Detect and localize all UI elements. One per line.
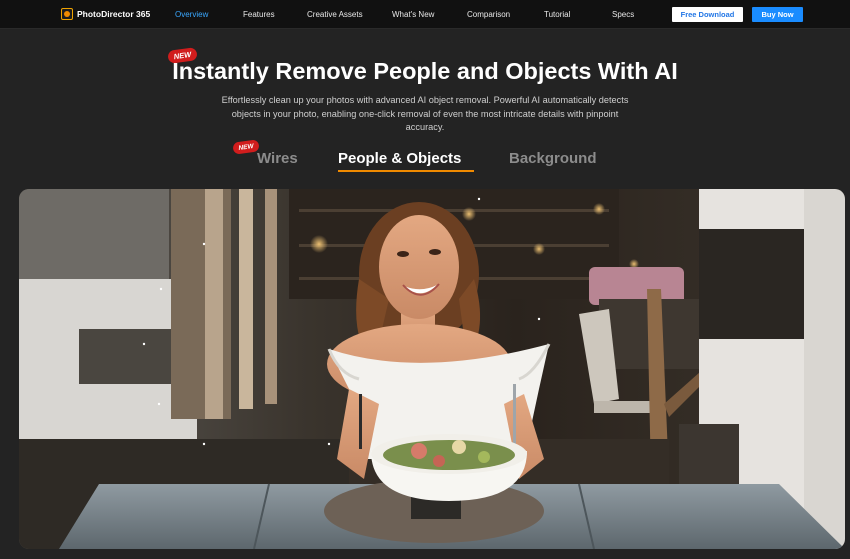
brand[interactable]: PhotoDirector 365 bbox=[61, 8, 150, 20]
nav-link-comparison[interactable]: Comparison bbox=[467, 10, 510, 19]
buy-now-button[interactable]: Buy Now bbox=[752, 7, 803, 22]
nav-link-creative-assets[interactable]: Creative Assets bbox=[307, 10, 363, 19]
tab-new-badge: NEW bbox=[232, 139, 260, 155]
restaurant-scene-image bbox=[19, 189, 845, 549]
nav-link-specs[interactable]: Specs bbox=[612, 10, 634, 19]
hero-description: Effortlessly clean up your photos with a… bbox=[221, 95, 629, 132]
hero-title: Instantly Remove People and Objects With… bbox=[172, 58, 678, 84]
top-nav: PhotoDirector 365 Overview Features Crea… bbox=[0, 0, 850, 29]
tab-wires[interactable]: Wires bbox=[257, 150, 298, 167]
hero-photo bbox=[19, 189, 845, 549]
nav-link-whats-new[interactable]: What's New bbox=[392, 10, 434, 19]
tab-background[interactable]: Background bbox=[509, 150, 597, 167]
active-tab-indicator bbox=[338, 170, 474, 172]
nav-link-overview[interactable]: Overview bbox=[175, 10, 208, 19]
nav-link-features[interactable]: Features bbox=[243, 10, 275, 19]
nav-link-tutorial[interactable]: Tutorial bbox=[544, 10, 570, 19]
tab-people-objects[interactable]: People & Objects bbox=[338, 150, 461, 167]
free-download-button[interactable]: Free Download bbox=[672, 7, 743, 22]
photodirector-logo-icon bbox=[61, 8, 73, 20]
brand-name: PhotoDirector 365 bbox=[77, 9, 151, 19]
